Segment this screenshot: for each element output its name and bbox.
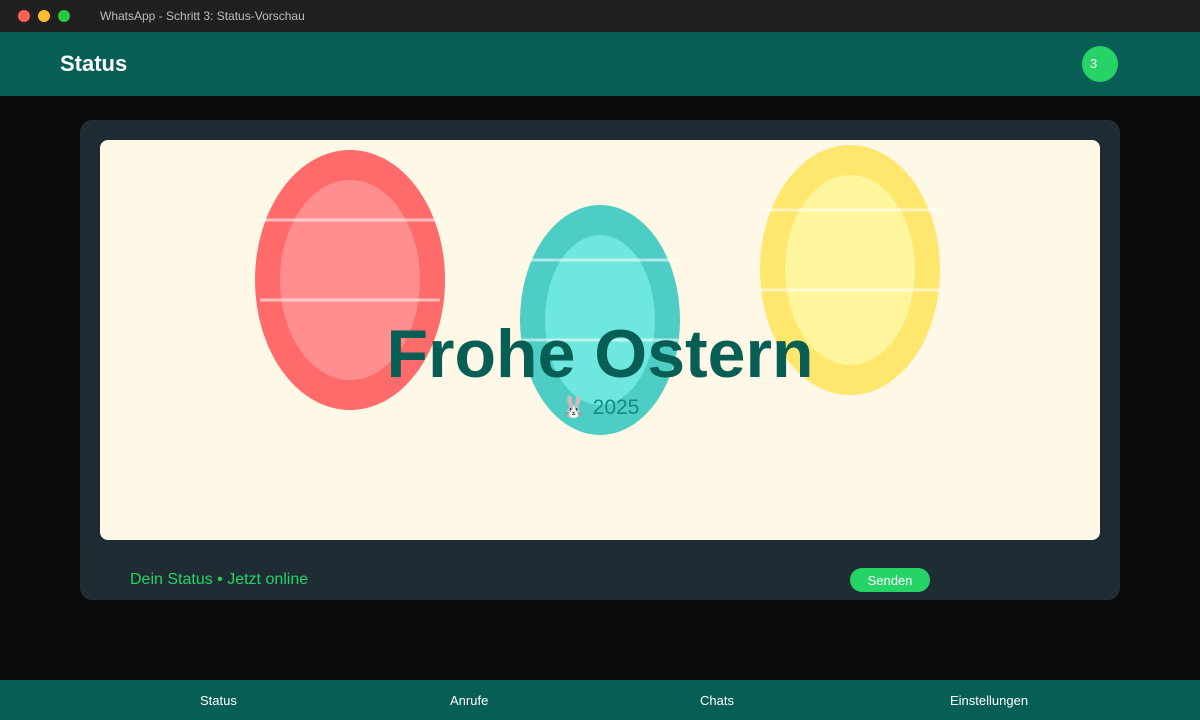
- app-header: Status 3: [0, 32, 1200, 96]
- nav-item-chats[interactable]: Chats: [700, 693, 734, 708]
- status-year: 2025: [592, 396, 640, 419]
- status-subline: 🐰 2025: [100, 396, 1100, 420]
- status-preview-panel: Frohe Ostern 🐰 2025 Dein Status • Jetzt …: [80, 120, 1120, 600]
- page-title: Status: [60, 51, 128, 76]
- status-count-badge[interactable]: 3: [1082, 46, 1118, 82]
- maximize-window-button[interactable]: [58, 10, 70, 22]
- status-greeting-text: Frohe Ostern: [386, 316, 814, 392]
- bottom-navigation: Status Anrufe Chats Einstellungen: [0, 680, 1200, 720]
- send-button[interactable]: Senden: [850, 568, 930, 592]
- close-window-button[interactable]: [18, 10, 30, 22]
- status-preview-card: Frohe Ostern 🐰 2025: [100, 140, 1100, 540]
- minimize-window-button[interactable]: [38, 10, 50, 22]
- status-meta-text: Dein Status • Jetzt online: [130, 571, 309, 588]
- nav-item-settings[interactable]: Einstellungen: [950, 693, 1028, 708]
- title-bar: WhatsApp - Schritt 3: Status-Vorschau: [0, 0, 1200, 32]
- window-title: WhatsApp - Schritt 3: Status-Vorschau: [100, 9, 305, 23]
- nav-item-status[interactable]: Status: [200, 693, 237, 708]
- bunny-icon: 🐰: [560, 396, 587, 419]
- nav-item-calls[interactable]: Anrufe: [450, 693, 488, 708]
